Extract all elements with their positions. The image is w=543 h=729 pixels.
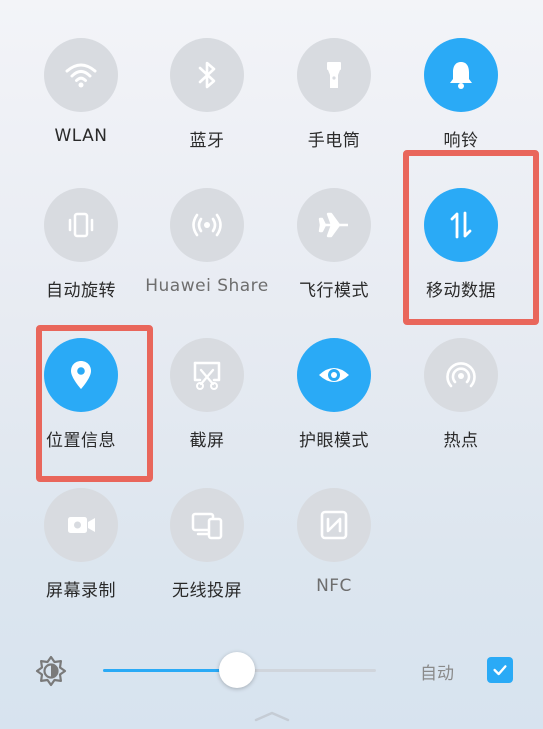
tile-wireless-projection[interactable]: 无线投屏 [137, 488, 277, 638]
tile-nfc[interactable]: NFC [264, 488, 404, 638]
tile-screen-record[interactable]: 屏幕录制 [11, 488, 151, 638]
brightness-slider-thumb[interactable] [218, 652, 255, 688]
tile-label-bluetooth: 蓝牙 [189, 131, 225, 151]
brightness-icon [35, 655, 67, 687]
tile-label-airplane-mode: 飞行模式 [299, 281, 369, 301]
huawei-share-icon [192, 213, 222, 237]
tile-huawei-share[interactable]: Huawei Share [137, 188, 277, 338]
eye-icon [319, 368, 349, 382]
auto-rotate-icon [68, 212, 94, 238]
tile-label-screen-record: 屏幕录制 [46, 581, 116, 601]
airplane-icon [318, 212, 348, 238]
tile-screenshot[interactable]: 截屏 [137, 338, 277, 488]
tile-auto-rotate[interactable]: 自动旋转 [11, 188, 151, 338]
screen-record-icon [68, 517, 95, 533]
brightness-slider[interactable] [103, 652, 376, 688]
collapse-handle-icon[interactable] [252, 710, 292, 722]
tile-label-hotspot: 热点 [443, 431, 479, 451]
tile-flashlight[interactable]: 手电筒 [264, 38, 404, 188]
tile-hotspot[interactable]: 热点 [391, 338, 531, 488]
nfc-icon [320, 510, 348, 540]
tile-label-nfc: NFC [316, 576, 352, 596]
brightness-slider-fill [103, 669, 237, 672]
quick-settings-panel: WLAN 蓝牙 手电筒 响铃 自动旋转 Huawei Share 飞行模式 移动… [0, 0, 543, 729]
highlight-box-location [36, 325, 153, 482]
bluetooth-icon [198, 61, 216, 89]
tile-airplane-mode[interactable]: 飞行模式 [264, 188, 404, 338]
tile-label-auto-rotate: 自动旋转 [46, 281, 116, 301]
highlight-box-mobile-data [403, 150, 539, 325]
tile-wlan[interactable]: WLAN [11, 38, 151, 188]
tile-label-flashlight: 手电筒 [307, 131, 361, 151]
tile-label-wlan: WLAN [54, 126, 108, 146]
wireless-projection-icon [191, 512, 223, 540]
brightness-auto-checkbox[interactable] [487, 657, 513, 683]
tile-label-eye-comfort: 护眼模式 [299, 431, 369, 451]
tile-label-huawei-share: Huawei Share [145, 276, 269, 296]
screenshot-icon [193, 361, 221, 390]
tile-label-wireless-projection: 无线投屏 [172, 581, 242, 601]
brightness-auto-label: 自动 [420, 664, 454, 684]
tile-eye-comfort[interactable]: 护眼模式 [264, 338, 404, 488]
tile-label-screenshot: 截屏 [189, 431, 225, 451]
brightness-row: 自动 [0, 640, 543, 700]
hotspot-icon [446, 362, 476, 388]
wifi-icon [65, 63, 97, 88]
flashlight-icon [327, 62, 341, 88]
checkmark-icon [493, 665, 507, 676]
bell-icon [450, 62, 472, 89]
tile-label-ring: 响铃 [443, 131, 479, 151]
tile-bluetooth[interactable]: 蓝牙 [137, 38, 277, 188]
